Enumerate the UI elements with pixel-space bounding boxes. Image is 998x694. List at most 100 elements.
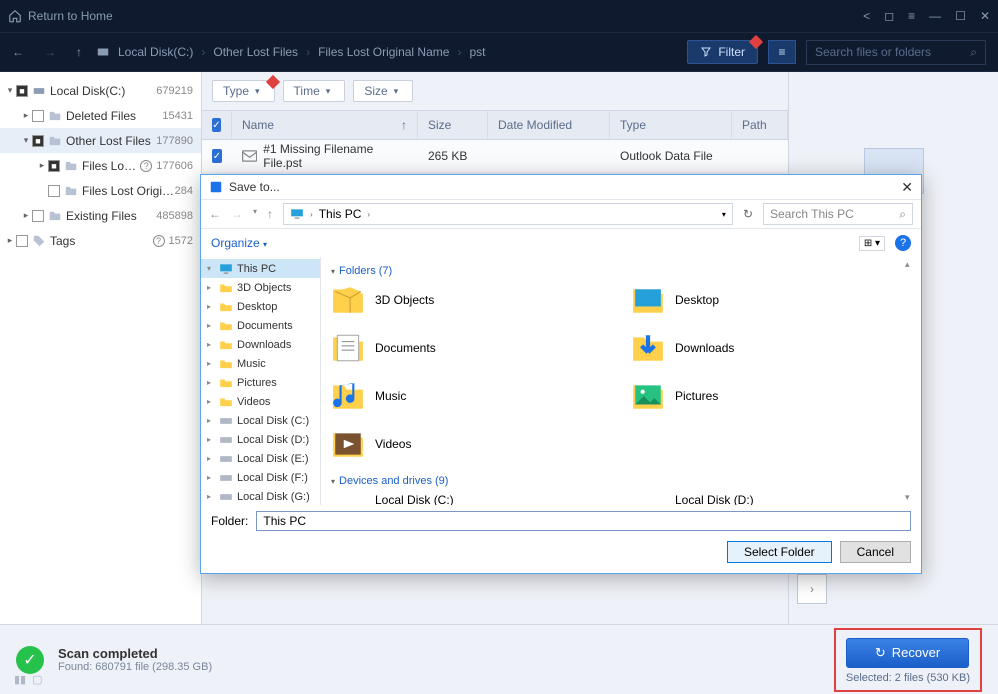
- tree-toggle[interactable]: ▸: [207, 397, 215, 406]
- playback-controls[interactable]: ▮▮▢: [14, 673, 43, 686]
- folder-item[interactable]: 3D Objects: [331, 283, 611, 317]
- pin-icon[interactable]: ◻: [884, 9, 894, 23]
- folder-item[interactable]: Documents: [331, 331, 611, 365]
- back-button[interactable]: ←: [12, 45, 24, 59]
- tree-toggle[interactable]: ▸: [207, 473, 215, 482]
- recover-button[interactable]: ↻ Recover: [846, 638, 969, 668]
- tree-row[interactable]: ▸Existing Files485898: [0, 203, 201, 228]
- folder-item[interactable]: Downloads: [631, 331, 911, 365]
- scroll-up[interactable]: ▴: [905, 259, 919, 270]
- minimize-button[interactable]: —: [929, 9, 941, 23]
- tree-row[interactable]: Files Lost Original Dire…284: [0, 178, 201, 203]
- maximize-button[interactable]: ☐: [955, 9, 966, 23]
- dlg-tree-row[interactable]: ▸Documents: [201, 316, 320, 335]
- drive-item[interactable]: Local Disk (C:)17.1 GB free of 111 GB: [331, 493, 611, 505]
- tree-toggle[interactable]: ▸: [20, 210, 32, 221]
- dialog-close-button[interactable]: ✕: [901, 179, 913, 196]
- dlg-tree-row[interactable]: ▸Pictures: [201, 373, 320, 392]
- crumb-1[interactable]: Other Lost Files: [213, 45, 298, 59]
- crumb-2[interactable]: Files Lost Original Name: [318, 45, 449, 59]
- close-button[interactable]: ✕: [980, 9, 990, 23]
- organize-button[interactable]: Organize ▾: [211, 236, 267, 250]
- tree-toggle[interactable]: ▸: [207, 321, 215, 330]
- dlg-tree-row[interactable]: ▾This PC: [201, 259, 320, 278]
- size-filter[interactable]: Size▾: [353, 80, 413, 102]
- folders-section-header[interactable]: ▾Folders (7): [331, 265, 911, 277]
- tree-row[interactable]: ▾■Other Lost Files177890: [0, 128, 201, 153]
- col-type[interactable]: Type: [610, 111, 732, 139]
- tree-toggle[interactable]: ▸: [207, 340, 215, 349]
- folder-item[interactable]: Music: [331, 379, 611, 413]
- col-name[interactable]: Name↑: [232, 111, 418, 139]
- share-icon[interactable]: <: [863, 9, 870, 23]
- tree-row[interactable]: ▸Deleted Files15431: [0, 103, 201, 128]
- dlg-tree-row[interactable]: ▸Music: [201, 354, 320, 373]
- search-input[interactable]: Search files or folders ⌕: [806, 40, 986, 65]
- dlg-tree-row[interactable]: ▸Videos: [201, 392, 320, 411]
- dlg-forward-button[interactable]: →: [231, 207, 243, 221]
- tree-checkbox[interactable]: [32, 210, 44, 222]
- col-date[interactable]: Date Modified: [488, 111, 610, 139]
- view-mode-button[interactable]: ⊞ ▾: [859, 236, 885, 251]
- dlg-tree-row[interactable]: ▸Desktop: [201, 297, 320, 316]
- tree-toggle[interactable]: ▸: [207, 416, 215, 425]
- tree-toggle[interactable]: ▸: [207, 492, 215, 501]
- select-all-checkbox[interactable]: ✓: [212, 118, 221, 132]
- dlg-tree-row[interactable]: ▸Local Disk (G:): [201, 487, 320, 505]
- menu-icon[interactable]: ≡: [908, 9, 915, 23]
- folder-item[interactable]: Pictures: [631, 379, 911, 413]
- tree-toggle[interactable]: ▾: [207, 264, 215, 273]
- tree-toggle[interactable]: ▸: [207, 302, 215, 311]
- tree-toggle[interactable]: ▸: [207, 359, 215, 368]
- dlg-tree-row[interactable]: ▸Local Disk (E:): [201, 449, 320, 468]
- dlg-tree-row[interactable]: ▸3D Objects: [201, 278, 320, 297]
- time-filter[interactable]: Time▾: [283, 80, 346, 102]
- tree-checkbox[interactable]: ■: [32, 135, 44, 147]
- tree-toggle[interactable]: ▸: [20, 110, 32, 121]
- tree-row[interactable]: ▸■Files Lost Origi...?177606: [0, 153, 201, 178]
- up-button[interactable]: ↑: [76, 45, 82, 59]
- crumb-0[interactable]: Local Disk(C:): [118, 45, 193, 59]
- dlg-path-bar[interactable]: › This PC › ▾: [283, 203, 733, 225]
- tree-checkbox[interactable]: [16, 235, 28, 247]
- row-checkbox[interactable]: ✓: [212, 149, 222, 163]
- col-size[interactable]: Size: [418, 111, 488, 139]
- dlg-search-input[interactable]: Search This PC ⌕: [763, 203, 913, 225]
- tree-toggle[interactable]: ▸: [36, 160, 48, 171]
- dlg-recent-button[interactable]: ▾: [253, 207, 257, 221]
- drive-item[interactable]: Local Disk (D:)69.7 GB free of 110 GB: [631, 493, 911, 505]
- tree-toggle[interactable]: ▸: [207, 454, 215, 463]
- forward-button[interactable]: →: [44, 45, 56, 59]
- folder-item[interactable]: Videos: [331, 427, 611, 461]
- help-button[interactable]: ?: [895, 235, 911, 251]
- table-row[interactable]: ✓ #1 Missing Filename File.pst 265 KB Ou…: [202, 140, 788, 172]
- dlg-up-button[interactable]: ↑: [267, 207, 273, 221]
- tree-toggle[interactable]: ▾: [20, 135, 32, 146]
- type-filter[interactable]: Type▾: [212, 80, 275, 102]
- dlg-tree-row[interactable]: ▸Local Disk (C:): [201, 411, 320, 430]
- col-path[interactable]: Path: [732, 111, 788, 139]
- list-view-toggle[interactable]: ≡: [768, 40, 796, 64]
- tree-toggle[interactable]: ▸: [4, 235, 16, 246]
- tree-checkbox[interactable]: [32, 110, 44, 122]
- dlg-tree-row[interactable]: ▸Local Disk (D:): [201, 430, 320, 449]
- preview-next-button[interactable]: ›: [797, 574, 827, 604]
- tree-toggle[interactable]: ▸: [207, 283, 215, 292]
- cancel-button[interactable]: Cancel: [840, 541, 911, 563]
- help-icon[interactable]: ?: [153, 235, 165, 247]
- tree-checkbox[interactable]: [48, 185, 60, 197]
- dlg-tree-row[interactable]: ▸Local Disk (F:): [201, 468, 320, 487]
- select-folder-button[interactable]: Select Folder: [727, 541, 832, 563]
- tree-checkbox[interactable]: ■: [48, 160, 60, 172]
- return-home-button[interactable]: Return to Home: [8, 9, 113, 23]
- tree-row[interactable]: ▸Tags?1572: [0, 228, 201, 253]
- dlg-refresh-button[interactable]: ↻: [743, 207, 753, 221]
- folder-input[interactable]: [256, 511, 911, 531]
- tree-toggle[interactable]: ▸: [207, 378, 215, 387]
- filter-button[interactable]: Filter: [687, 40, 758, 64]
- crumb-3[interactable]: pst: [469, 45, 485, 59]
- folder-item[interactable]: Desktop: [631, 283, 911, 317]
- tree-toggle[interactable]: ▾: [4, 85, 16, 96]
- dlg-tree-row[interactable]: ▸Downloads: [201, 335, 320, 354]
- drives-section-header[interactable]: ▾Devices and drives (9): [331, 475, 911, 487]
